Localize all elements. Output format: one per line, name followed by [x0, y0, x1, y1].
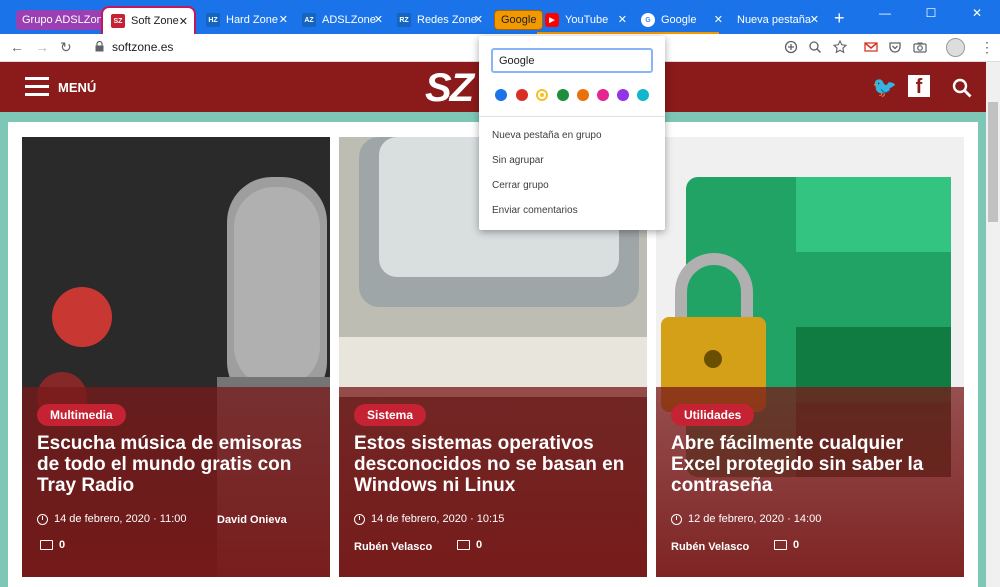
gmail-icon[interactable] — [864, 40, 878, 54]
color-swatch-cyan[interactable] — [637, 89, 649, 101]
comments-number: 0 — [59, 539, 66, 551]
address-bar[interactable]: softzone.es — [112, 40, 173, 54]
article-date: 14 de febrero, 2020 · 10:15 — [354, 513, 504, 525]
lock-icon — [95, 41, 104, 52]
menu-label[interactable]: MENÚ — [58, 80, 96, 95]
article-title[interactable]: Abre fácilmente cualquier Excel protegid… — [671, 433, 956, 496]
window-close-button[interactable]: ✕ — [954, 0, 1000, 26]
tab-group-label: Grupo ADSLZone — [22, 14, 109, 26]
date-text: 14 de febrero, 2020 · 10:15 — [371, 513, 505, 525]
close-icon[interactable]: ✕ — [810, 13, 819, 26]
article-author[interactable]: Rubén Velasco — [671, 541, 749, 553]
browser-tab-strip: Grupo ADSLZone SZ Soft Zone ✕ HZ Hard Zo… — [0, 0, 1000, 34]
article-card[interactable]: Multimedia Escucha música de emisoras de… — [22, 137, 330, 577]
redeszone-favicon-icon: RZ — [397, 13, 411, 27]
hamburger-menu-icon[interactable] — [25, 77, 49, 96]
comments-number: 0 — [793, 539, 800, 551]
menu-item-close-group[interactable]: Cerrar grupo — [492, 180, 549, 191]
close-icon[interactable]: ✕ — [179, 15, 188, 28]
close-icon[interactable]: ✕ — [474, 13, 483, 26]
tab-hardzone[interactable]: HZ Hard Zone ✕ — [198, 6, 294, 34]
tab-label: Nueva pestaña — [737, 14, 811, 26]
tab-label: YouTube — [565, 14, 609, 26]
zoom-icon[interactable] — [808, 40, 822, 54]
tab-label: Soft Zone — [131, 15, 179, 27]
tab-youtube[interactable]: ▶ YouTube ✕ — [537, 6, 633, 34]
close-icon[interactable]: ✕ — [279, 13, 288, 26]
comments-count[interactable]: 0 — [40, 539, 65, 551]
article-author[interactable]: Rubén Velasco — [354, 541, 432, 553]
article-card[interactable]: Utilidades Abre fácilmente cualquier Exc… — [656, 137, 964, 577]
tab-label: Google — [661, 14, 697, 26]
menu-item-ungroup[interactable]: Sin agrupar — [492, 155, 544, 166]
article-title[interactable]: Escucha música de emisoras de todo el mu… — [37, 433, 322, 496]
comments-count[interactable]: 0 — [774, 539, 799, 551]
color-swatch-orange[interactable] — [577, 89, 589, 101]
scrollbar-thumb[interactable] — [988, 102, 998, 222]
tab-label: Hard Zone — [226, 14, 278, 26]
article-date: 12 de febrero, 2020 · 14:00 — [671, 513, 821, 525]
comment-icon — [774, 540, 787, 550]
star-icon[interactable] — [833, 40, 847, 54]
site-logo[interactable]: SZ — [425, 66, 474, 111]
article-date: 14 de febrero, 2020 · 11:00 — [37, 513, 187, 525]
tab-group-label: Google — [501, 14, 537, 26]
comments-number: 0 — [476, 539, 483, 551]
minimize-button[interactable]: — — [862, 0, 908, 26]
close-icon[interactable]: ✕ — [714, 13, 723, 26]
reload-icon[interactable]: ↻ — [60, 39, 72, 56]
menu-item-new-tab-in-group[interactable]: Nueva pestaña en grupo — [492, 130, 602, 141]
category-badge[interactable]: Sistema — [354, 404, 427, 426]
color-swatch-pink[interactable] — [597, 89, 609, 101]
color-swatch-purple[interactable] — [617, 89, 629, 101]
pocket-icon[interactable] — [888, 40, 902, 54]
comments-count[interactable]: 0 — [457, 539, 482, 551]
close-icon[interactable]: ✕ — [618, 13, 627, 26]
search-icon[interactable] — [952, 78, 972, 98]
color-swatch-red[interactable] — [516, 89, 528, 101]
softzone-favicon-icon: SZ — [111, 14, 125, 28]
facebook-icon[interactable]: f — [908, 75, 930, 98]
forward-arrow-icon[interactable]: → — [35, 39, 49, 55]
tab-redeszone[interactable]: RZ Redes Zone ✕ — [389, 6, 489, 34]
more-menu-icon[interactable]: ⋮ — [980, 39, 994, 56]
comment-icon — [457, 540, 470, 550]
article-title[interactable]: Estos sistemas operativos desconocidos n… — [354, 433, 639, 496]
twitter-icon[interactable]: 🐦 — [872, 75, 897, 100]
camera-icon[interactable] — [913, 40, 927, 54]
tab-adslzone[interactable]: AZ ADSLZone ✕ — [294, 6, 389, 34]
category-badge[interactable]: Utilidades — [671, 404, 755, 426]
clock-icon — [671, 513, 682, 525]
clock-icon — [37, 513, 48, 525]
add-circle-icon[interactable] — [784, 40, 798, 54]
color-swatch-blue[interactable] — [495, 89, 507, 101]
tab-label: ADSLZone — [322, 14, 376, 26]
color-swatch-green[interactable] — [557, 89, 569, 101]
date-text: 14 de febrero, 2020 · 11:00 — [54, 513, 187, 525]
category-badge[interactable]: Multimedia — [37, 404, 126, 426]
google-icon: G — [641, 13, 655, 27]
page-scrollbar[interactable] — [986, 62, 1000, 587]
youtube-icon: ▶ — [545, 13, 559, 27]
close-icon[interactable]: ✕ — [374, 13, 383, 26]
tab-softzone[interactable]: SZ Soft Zone ✕ — [101, 6, 196, 34]
clock-icon — [354, 513, 365, 525]
avatar[interactable] — [946, 38, 965, 57]
tab-new-tab[interactable]: Nueva pestaña ✕ — [729, 6, 825, 34]
maximize-button[interactable]: ☐ — [908, 0, 954, 26]
comment-icon — [40, 540, 53, 550]
menu-divider — [479, 116, 665, 117]
tab-group-editor-menu: Nueva pestaña en grupo Sin agrupar Cerra… — [479, 36, 665, 230]
adslzone-favicon-icon: AZ — [302, 13, 316, 27]
tab-google[interactable]: G Google ✕ — [633, 6, 729, 34]
date-text: 12 de febrero, 2020 · 14:00 — [688, 513, 822, 525]
tab-label: Redes Zone — [417, 14, 477, 26]
menu-item-send-feedback[interactable]: Enviar comentarios — [492, 205, 578, 216]
article-author[interactable]: David Onieva — [217, 514, 287, 526]
group-name-input[interactable] — [491, 48, 653, 73]
hardzone-favicon-icon: HZ — [206, 13, 220, 27]
new-tab-button[interactable]: + — [834, 8, 845, 29]
color-swatch-yellow[interactable] — [536, 89, 548, 101]
back-arrow-icon[interactable]: ← — [10, 39, 24, 55]
